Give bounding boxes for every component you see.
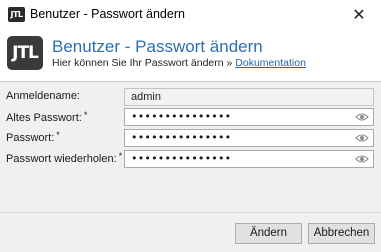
eye-icon[interactable] xyxy=(355,133,369,143)
username-label: Anmeldename: xyxy=(6,90,80,102)
dialog-title: Benutzer - Passwort ändern xyxy=(52,37,263,56)
subtitle-text: Hier können Sie Ihr Passwort ändern » xyxy=(52,57,233,69)
old-password-field[interactable]: ••••••••••••••• xyxy=(124,108,374,126)
button-bar: Ändern Abbrechen xyxy=(0,212,381,252)
eye-icon[interactable] xyxy=(355,112,369,122)
repeat-password-field[interactable]: ••••••••••••••• xyxy=(124,150,374,168)
old-password-label: Altes Passwort: * xyxy=(6,110,87,124)
cancel-button[interactable]: Abbrechen xyxy=(308,223,375,244)
title-bar: JTL Benutzer - Passwort ändern ✕ xyxy=(0,0,381,30)
jtl-logo: JTL xyxy=(7,36,43,70)
required-marker: * xyxy=(118,151,123,161)
dialog-header: JTL Benutzer - Passwort ändern Hier könn… xyxy=(0,30,381,80)
old-password-label-text: Altes Passwort: xyxy=(6,112,82,124)
change-button[interactable]: Ändern xyxy=(235,223,302,244)
repeat-password-label: Passwort wiederholen: * xyxy=(6,151,122,165)
required-marker: * xyxy=(83,110,88,120)
username-label-text: Anmeldename: xyxy=(6,90,80,102)
form-panel: Anmeldename: admin Altes Passwort: * ••••… xyxy=(0,82,381,212)
password-field[interactable]: ••••••••••••••• xyxy=(124,129,374,147)
password-label-text: Passwort: xyxy=(6,132,55,144)
username-value: admin xyxy=(131,91,161,103)
app-logo-icon: JTL xyxy=(8,7,25,22)
old-password-value: ••••••••••••••• xyxy=(131,110,232,123)
repeat-password-value: ••••••••••••••• xyxy=(131,152,232,165)
dialog-subtitle: Hier können Sie Ihr Passwort ändern » Do… xyxy=(52,57,306,69)
close-icon[interactable]: ✕ xyxy=(337,0,381,30)
password-label: Passwort: * xyxy=(6,130,60,144)
password-value: ••••••••••••••• xyxy=(131,131,232,144)
required-marker: * xyxy=(56,130,60,140)
eye-icon[interactable] xyxy=(355,154,369,164)
documentation-link[interactable]: Dokumentation xyxy=(235,57,306,69)
window-title: Benutzer - Passwort ändern xyxy=(30,7,185,21)
repeat-password-label-text: Passwort wiederholen: xyxy=(6,153,117,165)
username-field: admin xyxy=(124,88,374,106)
